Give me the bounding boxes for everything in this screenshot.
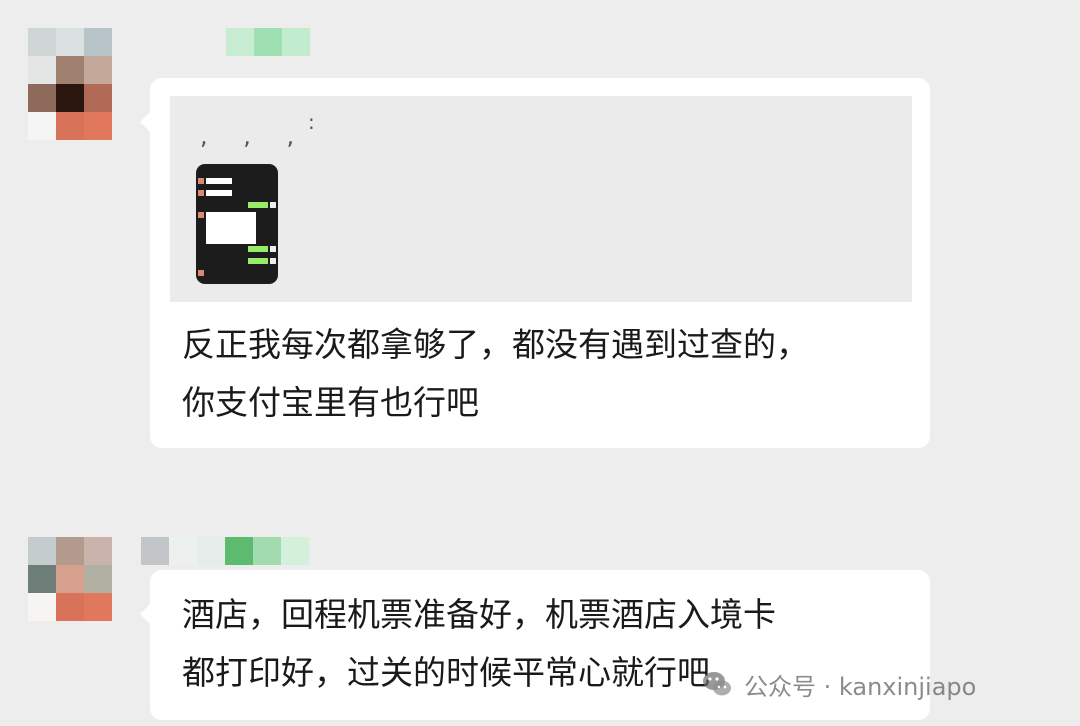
message-text: 反正我每次都拿够了，都没有遇到过查的， 你支付宝里有也行吧 (182, 316, 809, 432)
message-line: 反正我每次都拿够了，都没有遇到过查的， (182, 325, 809, 364)
message-text: 酒店，回程机票准备好，机票酒店入境卡 都打印好，过关的时候平常心就行吧 (182, 586, 776, 702)
wechat-logo-icon (703, 672, 731, 696)
quoted-message[interactable]: , , , : (170, 96, 912, 302)
avatar[interactable] (28, 537, 112, 649)
quote-punctuation: , , , (200, 122, 309, 150)
watermark-label: 公众号 · kanxinjiapo (744, 672, 977, 701)
sender-name-redacted (226, 28, 310, 56)
avatar[interactable] (28, 28, 112, 140)
sender-name-redacted (141, 537, 309, 565)
watermark: 公众号 · kanxinjiapo (700, 664, 976, 704)
quote-colon: : (308, 110, 315, 134)
message-line: 酒店，回程机票准备好，机票酒店入境卡 (182, 595, 776, 634)
quoted-screenshot-thumbnail[interactable] (196, 164, 278, 284)
message-bubble[interactable]: , , , : 反正我每次都拿够了，都没有遇到过查的， 你支付宝里有也行吧 (140, 78, 930, 448)
message-line: 你支付宝里有也行吧 (182, 383, 479, 422)
message-line: 都打印好，过关的时候平常心就行吧 (182, 653, 710, 692)
